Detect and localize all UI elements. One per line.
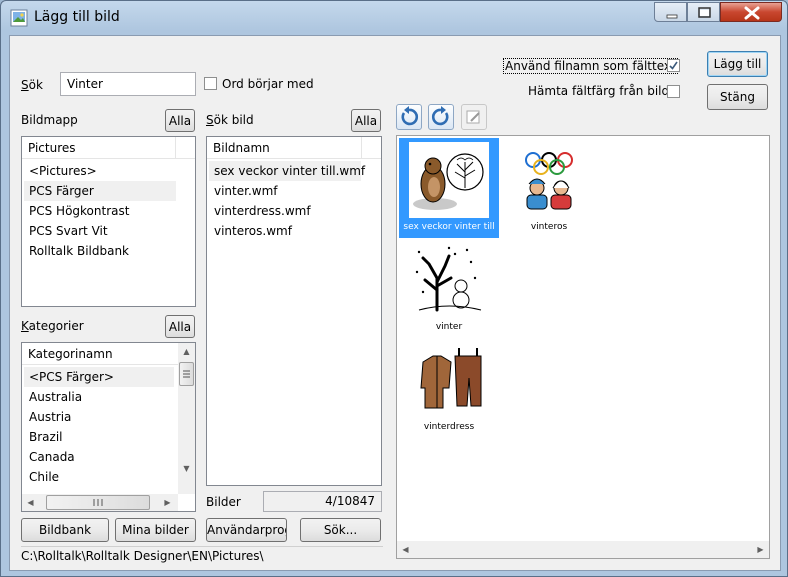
bildmapp-label: Bildmapp: [21, 113, 78, 127]
kategorier-header-label: Kategorinamn: [28, 347, 113, 361]
maximize-button[interactable]: [687, 2, 720, 22]
kategorier-all-button[interactable]: Alla: [165, 315, 195, 338]
tile-caption: sex veckor vinter till: [403, 222, 495, 232]
list-item[interactable]: PCS Svart Vit: [24, 221, 176, 241]
scroll-right-icon[interactable]: ▶: [752, 541, 769, 558]
bildmapp-header-label: Pictures: [28, 141, 76, 155]
winter-tree-snowman-icon: [409, 242, 489, 318]
use-filename-label[interactable]: Använd filnamn som fälttext: [503, 58, 678, 74]
scroll-down-icon[interactable]: ▼: [178, 460, 195, 477]
picture-tile[interactable]: sex veckor vinter till: [399, 138, 499, 238]
close-window-button[interactable]: [720, 2, 782, 22]
scroll-thumb[interactable]: [179, 362, 194, 386]
list-item[interactable]: Australia: [24, 387, 174, 407]
dialog-client: Sök Vinter Ord börjar med Använd filnamn…: [9, 35, 781, 571]
bildmapp-header[interactable]: Pictures: [22, 137, 195, 159]
rotate-left-icon: [401, 106, 419, 126]
list-item[interactable]: <PCS Färger>: [24, 367, 174, 387]
rotate-right-button[interactable]: [428, 104, 454, 130]
bildbank-button[interactable]: Bildbank: [21, 518, 109, 542]
olympic-rings-icon: [509, 142, 589, 218]
bildmapp-all-button[interactable]: Alla: [165, 109, 195, 132]
list-item[interactable]: Chile: [24, 467, 174, 487]
scroll-up-icon[interactable]: ▲: [178, 343, 195, 360]
list-item[interactable]: sex veckor vinter till.wmf: [209, 161, 365, 181]
edit-picture-button[interactable]: [461, 104, 487, 130]
tile-caption: vinter: [435, 322, 463, 332]
picture-tile[interactable]: vinter: [399, 238, 499, 338]
list-item[interactable]: <Pictures>: [24, 161, 176, 181]
scroll-right-icon[interactable]: ▶: [159, 494, 176, 511]
bilder-label: Bilder: [206, 495, 241, 509]
bilder-count-value: 4/10847: [325, 494, 375, 508]
search-label: Sök: [21, 78, 43, 92]
add-button[interactable]: Lägg till: [707, 51, 768, 77]
bildmapp-list[interactable]: Pictures <Pictures> PCS Färger PCS Högko…: [21, 136, 196, 307]
picture-tile[interactable]: vinterdress: [399, 338, 499, 438]
scroll-left-icon[interactable]: ◀: [22, 494, 39, 511]
kategorier-header[interactable]: Kategorinamn: [22, 343, 178, 365]
winter-clothes-icon: [409, 342, 489, 418]
sok-bild-list[interactable]: Bildnamn sex veckor vinter till.wmf vint…: [206, 136, 382, 486]
sok-bild-label: Sök bild: [206, 113, 254, 127]
list-item[interactable]: Rolltalk Bildbank: [24, 241, 176, 261]
rotate-right-icon: [431, 106, 449, 126]
bildnamn-header[interactable]: Bildnamn: [207, 137, 381, 159]
path-status: C:\Rolltalk\Rolltalk Designer\EN\Picture…: [21, 546, 383, 563]
list-item[interactable]: Austria: [24, 407, 174, 427]
fetch-color-label: Hämta fältfärg från bild: [528, 84, 670, 98]
bildnamn-header-label: Bildnamn: [213, 141, 270, 155]
picture-tile[interactable]: vinteros: [499, 138, 599, 238]
kategorier-vscrollbar[interactable]: ▲ ▼: [178, 343, 195, 494]
picture-grid[interactable]: sex veckor vinter till vinteros vinter v…: [396, 135, 770, 559]
groundhog-calendar-icon: [409, 142, 489, 218]
picture-grid-hscrollbar[interactable]: ◀ ▶: [397, 541, 769, 558]
list-item[interactable]: PCS Högkontrast: [24, 201, 176, 221]
sok-bild-all-button[interactable]: Alla: [351, 109, 381, 132]
list-item[interactable]: Brazil: [24, 427, 174, 447]
minimize-button[interactable]: [654, 2, 687, 22]
edit-picture-icon: [466, 110, 480, 124]
window-title: Lägg till bild: [34, 9, 120, 25]
mina-bilder-button[interactable]: Mina bilder: [115, 518, 196, 542]
dialog-window: Lägg till bild Sök Vinter Ord börjar med…: [0, 0, 788, 577]
title-bar[interactable]: Lägg till bild: [1, 1, 787, 35]
search-input-value: Vinter: [67, 77, 103, 91]
tile-caption: vinterdress: [423, 422, 475, 432]
close-button[interactable]: Stäng: [707, 84, 768, 110]
list-item[interactable]: vinterdress.wmf: [209, 201, 361, 221]
scroll-thumb[interactable]: [46, 495, 150, 510]
picture-app-icon: [10, 9, 28, 27]
rotate-left-button[interactable]: [396, 104, 422, 130]
starts-with-checkbox[interactable]: [204, 77, 217, 90]
sok-button[interactable]: Sök...: [300, 518, 381, 542]
fetch-color-checkbox[interactable]: [667, 85, 680, 98]
list-item[interactable]: vinteros.wmf: [209, 221, 361, 241]
kategorier-label: Kategorier: [21, 319, 84, 333]
list-item[interactable]: vinter.wmf: [209, 181, 361, 201]
scroll-left-icon[interactable]: ◀: [397, 541, 414, 558]
list-item[interactable]: Canada: [24, 447, 174, 467]
list-item[interactable]: PCS Färger: [24, 181, 176, 201]
search-input[interactable]: Vinter: [60, 72, 196, 96]
kategorier-list[interactable]: Kategorinamn <PCS Färger> Australia Aust…: [21, 342, 196, 512]
kategorier-hscrollbar[interactable]: ◀ ▶: [22, 494, 178, 511]
checkmark-icon: [669, 61, 678, 70]
tile-caption: vinteros: [530, 222, 568, 232]
use-filename-checkbox[interactable]: [667, 59, 680, 72]
bilder-count: 4/10847: [263, 491, 382, 512]
starts-with-label: Ord börjar med: [222, 77, 314, 91]
anvandarprog-button[interactable]: Användarprog: [206, 518, 287, 542]
